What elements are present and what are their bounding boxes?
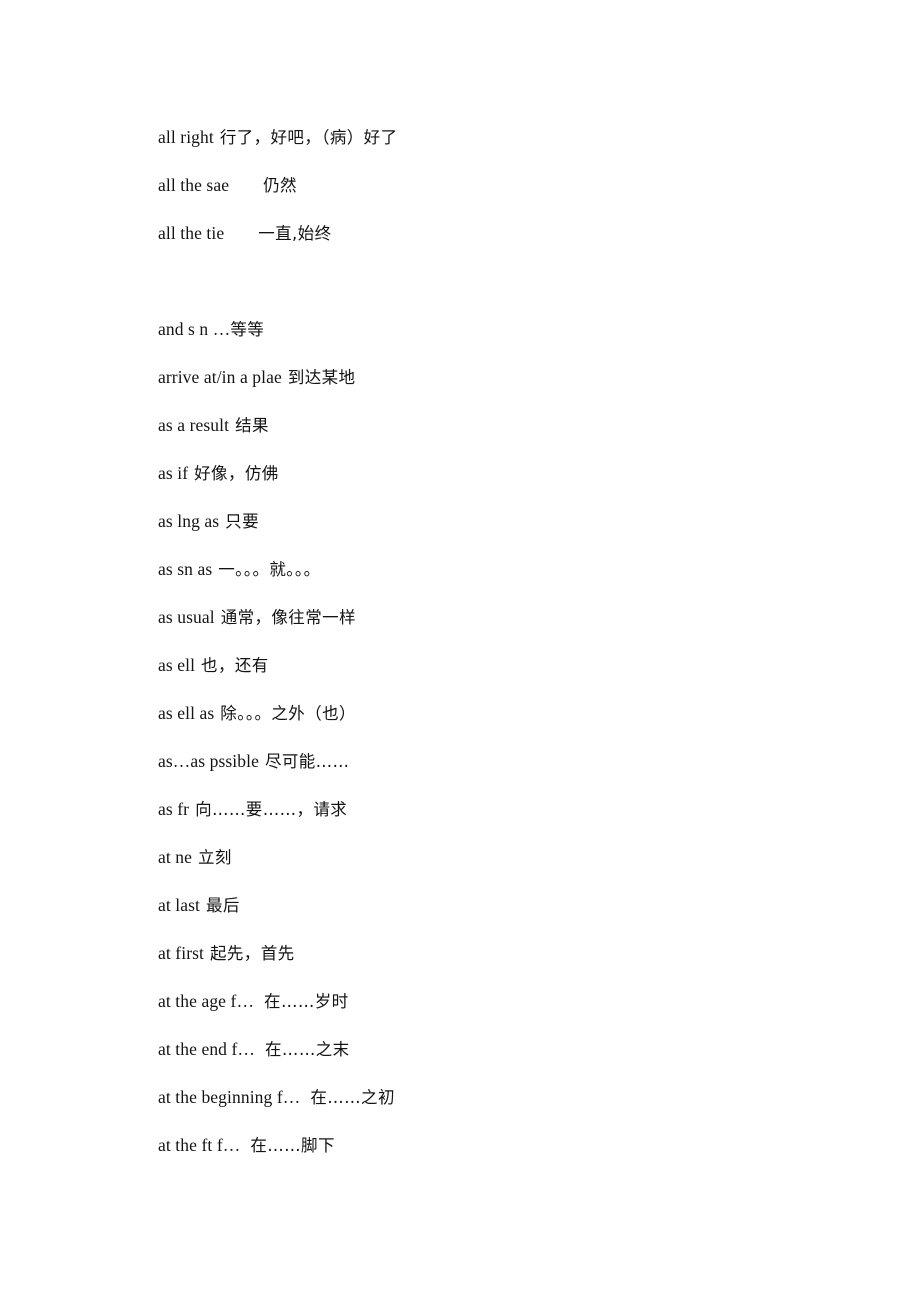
- entry-gloss: 行了，好吧，（病）好了: [219, 128, 398, 147]
- entry-term: at the ft f…: [158, 1135, 241, 1155]
- entry-term: as lng as: [158, 511, 220, 531]
- entry-gloss: 到达某地: [287, 368, 356, 387]
- entry-term: at the age f…: [158, 991, 255, 1011]
- glossary-entry: at ne 立刻: [158, 833, 838, 881]
- entry-term: at the end f…: [158, 1039, 256, 1059]
- entry-term: as sn as: [158, 559, 213, 579]
- glossary-entry: at the age f… 在……岁时: [158, 977, 838, 1025]
- glossary-entry: as if 好像，仿佛: [158, 449, 838, 497]
- entry-gloss: 除。。。之外（也）: [220, 704, 356, 723]
- entry-term: as fr: [158, 799, 190, 819]
- entry-gloss: 在……脚下: [250, 1136, 335, 1155]
- glossary-entry: arrive at/in a plae 到达某地: [158, 353, 838, 401]
- entry-gloss: 起先，首先: [210, 944, 295, 963]
- glossary-entry: as fr 向……要……，请求: [158, 785, 838, 833]
- glossary-entry: at the ft f… 在……脚下: [158, 1121, 838, 1169]
- entry-gloss: 一直,始终: [258, 224, 332, 243]
- entry-gloss: 通常，像往常一样: [220, 608, 356, 627]
- glossary-entry: at the end f… 在……之末: [158, 1025, 838, 1073]
- entry-gloss: 好像，仿佛: [194, 464, 279, 483]
- entry-term: as if: [158, 463, 189, 483]
- entry-term: all right: [158, 127, 214, 147]
- glossary-entry: as ell 也，还有: [158, 641, 838, 689]
- glossary-entry: as usual 通常，像往常一样: [158, 593, 838, 641]
- entry-term: arrive at/in a plae: [158, 367, 282, 387]
- entry-term: all the tie: [158, 223, 225, 243]
- entry-term: as usual: [158, 607, 215, 627]
- entry-gloss: 在……之初: [310, 1088, 395, 1107]
- glossary-entry: as…as pssible 尽可能……: [158, 737, 838, 785]
- entry-gloss: 一。。。就。。。: [218, 560, 321, 579]
- glossary-entry: as sn as 一。。。就。。。: [158, 545, 838, 593]
- glossary-entry: as lng as 只要: [158, 497, 838, 545]
- glossary-entry: at last 最后: [158, 881, 838, 929]
- entry-term: at ne: [158, 847, 193, 867]
- entry-gloss: 等等: [230, 320, 265, 339]
- glossary-entry: all the sae 仍然: [158, 161, 838, 209]
- entry-gloss: 仍然: [263, 176, 297, 195]
- entry-gloss: 向……要……，请求: [195, 800, 348, 819]
- entry-term: as a result: [158, 415, 230, 435]
- entry-gloss: 在……岁时: [264, 992, 349, 1011]
- document-page: all right 行了，好吧，（病）好了 all the sae 仍然 all the…: [0, 0, 920, 1302]
- entry-gloss: 只要: [225, 512, 259, 531]
- glossary-entry: at first 起先，首先: [158, 929, 838, 977]
- glossary-entry: as a result 结果: [158, 401, 838, 449]
- entry-gloss: 立刻: [198, 848, 232, 867]
- glossary-entry: as ell as 除。。。之外（也）: [158, 689, 838, 737]
- entry-gloss: 结果: [235, 416, 269, 435]
- glossary-entry-list: all right 行了，好吧，（病）好了 all the sae 仍然 all the…: [158, 113, 838, 1169]
- entry-gloss: 在……之末: [265, 1040, 350, 1059]
- glossary-entry: at the beginning f… 在……之初: [158, 1073, 838, 1121]
- entry-term: at the beginning f…: [158, 1087, 301, 1107]
- entry-gloss: 最后: [206, 896, 240, 915]
- entry-term: as…as pssible: [158, 751, 259, 771]
- entry-term: as ell as: [158, 703, 215, 723]
- entry-term: all the sae: [158, 175, 230, 195]
- entry-term: at first: [158, 943, 204, 963]
- entry-gloss: 尽可能……: [264, 752, 350, 771]
- glossary-entry: all the tie 一直,始终: [158, 209, 838, 257]
- glossary-entry: all right 行了，好吧，（病）好了: [158, 113, 838, 161]
- entry-term: and s n …: [158, 319, 231, 339]
- entry-gloss: 也，还有: [201, 656, 269, 675]
- glossary-entry: and s n …等等: [158, 305, 838, 353]
- entry-term: as ell: [158, 655, 196, 675]
- entry-term: at last: [158, 895, 201, 915]
